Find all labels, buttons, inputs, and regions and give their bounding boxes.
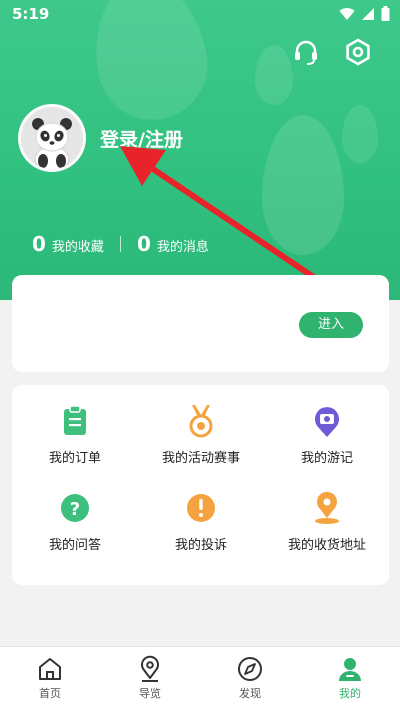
menu-item-events[interactable]: 我的活动赛事 bbox=[138, 403, 264, 466]
menu-item-qa[interactable]: ? 我的问答 bbox=[12, 490, 138, 553]
status-bar: 5:19 bbox=[0, 0, 400, 28]
menu-label: 我的订单 bbox=[48, 451, 101, 466]
clipboard-icon bbox=[64, 405, 86, 435]
map-pin-icon bbox=[141, 655, 159, 682]
stats-divider bbox=[119, 236, 121, 252]
favorites-stat[interactable]: 0 我的收藏 bbox=[32, 232, 104, 256]
wifi-icon bbox=[339, 7, 355, 20]
tab-label: 首页 bbox=[39, 687, 61, 700]
tab-mine[interactable]: 我的 bbox=[300, 647, 400, 711]
favorites-count: 0 bbox=[32, 232, 46, 256]
menu-item-travelogue[interactable]: 我的游记 bbox=[264, 403, 390, 466]
alert-icon bbox=[187, 494, 215, 522]
home-icon bbox=[39, 658, 61, 680]
menu-label: 我的问答 bbox=[48, 538, 101, 553]
settings-icon[interactable] bbox=[344, 38, 372, 66]
entry-card: 进入 bbox=[12, 275, 389, 372]
leaf-decoration bbox=[255, 45, 293, 105]
messages-stat[interactable]: 0 我的消息 bbox=[137, 232, 209, 256]
battery-icon bbox=[381, 6, 390, 21]
status-time: 5:19 bbox=[12, 5, 50, 23]
menu-item-address[interactable]: 我的收货地址 bbox=[264, 490, 390, 553]
menu-label: 我的收货地址 bbox=[287, 538, 366, 553]
tab-label: 我的 bbox=[339, 687, 361, 700]
panda-avatar-icon bbox=[21, 107, 83, 169]
profile-header: 5:19 登录/注册 0 我的收藏 0 我的消息 bbox=[0, 0, 400, 300]
enter-button[interactable]: 进入 bbox=[299, 312, 363, 338]
avatar[interactable] bbox=[18, 104, 86, 172]
login-register-link[interactable]: 登录/注册 bbox=[100, 125, 183, 152]
menu-item-orders[interactable]: 我的订单 bbox=[12, 403, 138, 466]
menu-label: 我的活动赛事 bbox=[161, 451, 240, 466]
favorites-label: 我的收藏 bbox=[51, 240, 104, 255]
customer-service-icon[interactable] bbox=[292, 38, 320, 66]
compass-icon bbox=[238, 657, 262, 681]
messages-count: 0 bbox=[136, 232, 151, 256]
camera-pin-icon bbox=[315, 407, 339, 437]
menu-label: 我的投诉 bbox=[174, 538, 227, 553]
svg-text:?: ? bbox=[70, 499, 80, 520]
medal-icon bbox=[189, 405, 213, 438]
tab-discover[interactable]: 发现 bbox=[200, 647, 300, 711]
tab-label: 导览 bbox=[139, 687, 161, 700]
menu-label: 我的游记 bbox=[300, 451, 353, 466]
services-card: 我的订单 我的活动赛事 我的游记 ? 我的问答 我的投诉 我的收货地址 bbox=[12, 385, 389, 585]
messages-label: 我的消息 bbox=[156, 240, 209, 255]
profile-stats: 0 我的收藏 0 我的消息 bbox=[32, 232, 209, 256]
tab-guide[interactable]: 导览 bbox=[100, 647, 200, 711]
tab-label: 发现 bbox=[239, 687, 261, 700]
question-icon: ? bbox=[61, 494, 89, 522]
signal-icon bbox=[362, 7, 374, 20]
menu-item-complaints[interactable]: 我的投诉 bbox=[138, 490, 264, 553]
user-icon bbox=[339, 658, 361, 681]
bottom-tab-bar: 首页 导览 发现 我的 bbox=[0, 646, 400, 711]
location-pin-icon bbox=[315, 491, 339, 524]
leaf-decoration bbox=[342, 105, 378, 163]
tab-home[interactable]: 首页 bbox=[0, 647, 100, 711]
leaf-decoration bbox=[262, 115, 344, 255]
